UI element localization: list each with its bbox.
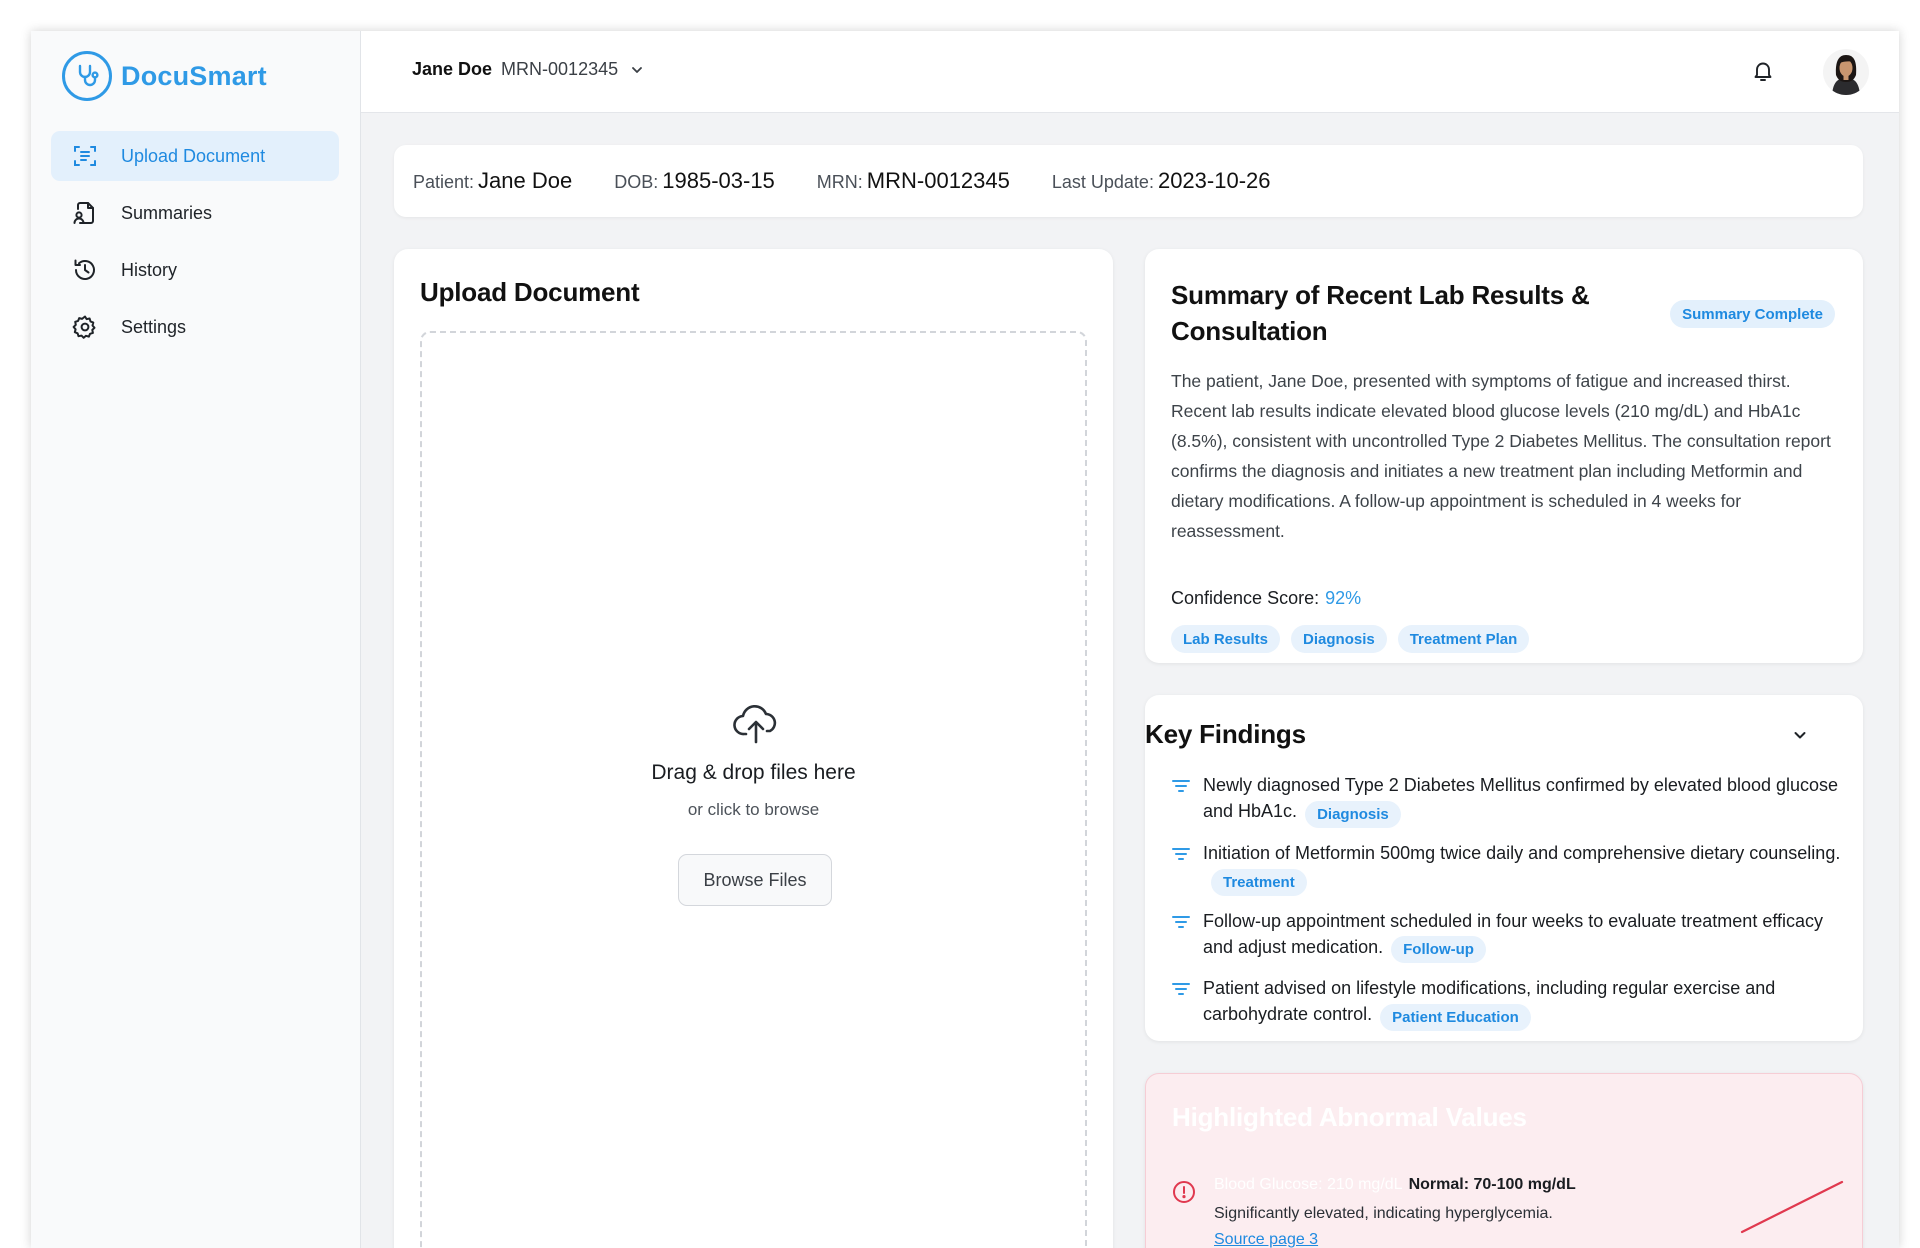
finding-text: Initiation of Metformin 500mg twice dail… bbox=[1203, 842, 1841, 863]
confidence-value: 92% bbox=[1325, 588, 1362, 608]
filter-lines-icon bbox=[1171, 840, 1203, 894]
file-dropzone[interactable]: Drag & drop files here or click to brows… bbox=[420, 331, 1087, 1248]
info-patient: Patient: Jane Doe bbox=[413, 168, 573, 193]
summary-title: Summary of Recent Lab Results & Consulta… bbox=[1171, 280, 1590, 346]
sidebar-item-history[interactable]: History bbox=[51, 245, 339, 295]
sidebar-item-label: Summaries bbox=[121, 202, 213, 223]
info-mrn: MRN: MRN-0012345 bbox=[816, 168, 1010, 193]
alert-circle-icon bbox=[1172, 1180, 1196, 1209]
status-badge: Summary Complete bbox=[1670, 300, 1835, 328]
finding-tag[interactable]: Patient Education bbox=[1380, 1004, 1531, 1031]
source-page-link[interactable]: Source page 3 bbox=[1214, 1231, 1318, 1248]
chevron-down-icon[interactable] bbox=[1792, 727, 1808, 743]
finding-tag[interactable]: Diagnosis bbox=[1305, 800, 1401, 828]
browse-files-button[interactable]: Browse Files bbox=[678, 854, 832, 906]
patient-info-bar: Patient: Jane Doe DOB: 1985-03-15 MRN: MRN-… bbox=[394, 145, 1863, 217]
summary-text: The patient, Jane Doe, presented with sy… bbox=[1171, 371, 1831, 541]
list-item: Newly diagnosed Type 2 Diabetes Mellitus… bbox=[1171, 772, 1841, 828]
tag-treatment-plan[interactable]: Treatment Plan bbox=[1397, 625, 1530, 653]
trend-line-icon bbox=[1740, 1180, 1844, 1234]
patient-name: Jane Doe bbox=[412, 59, 493, 79]
file-user-icon bbox=[71, 199, 99, 227]
top-header: Jane Doe MRN-0012345 bbox=[361, 31, 1899, 113]
bell-icon[interactable] bbox=[1747, 55, 1779, 87]
key-findings-card: Key Findings Newly diagnosed Type 2 Diab… bbox=[1145, 695, 1863, 1041]
sidebar-item-upload-document[interactable]: Upload Document bbox=[51, 131, 339, 181]
dropzone-title: Drag & drop files here bbox=[651, 761, 856, 784]
gear-icon bbox=[71, 313, 99, 341]
summary-tags: Lab Results Diagnosis Treatment Plan bbox=[1171, 625, 1540, 653]
info-dob: DOB: 1985-03-15 bbox=[614, 168, 775, 193]
patient-mrn: MRN-0012345 bbox=[501, 59, 619, 79]
logo[interactable]: DocuSmart bbox=[62, 51, 267, 101]
sidebar-item-label: Upload Document bbox=[121, 145, 266, 166]
filter-lines-icon bbox=[1171, 772, 1203, 826]
filter-lines-icon bbox=[1171, 908, 1203, 962]
confidence-score: Confidence Score: 92% bbox=[1171, 588, 1362, 608]
sidebar-item-label: History bbox=[121, 259, 178, 280]
info-last-update: Last Update: 2023-10-26 bbox=[1051, 168, 1271, 193]
sidebar-item-label: Settings bbox=[121, 316, 187, 337]
key-findings-title: Key Findings bbox=[1145, 719, 1306, 749]
list-item: Follow-up appointment scheduled in four … bbox=[1171, 908, 1841, 964]
tag-diagnosis[interactable]: Diagnosis bbox=[1291, 625, 1387, 653]
stethoscope-icon bbox=[62, 51, 112, 101]
findings-list: Newly diagnosed Type 2 Diabetes Mellitus… bbox=[1171, 772, 1841, 1043]
cloud-upload-icon bbox=[731, 699, 781, 749]
abnormal-values-card: Highlighted Abnormal Values Blood Glucos… bbox=[1145, 1073, 1863, 1248]
abnormal-value-name: Blood Glucose: 210 mg/dL bbox=[1214, 1176, 1403, 1193]
finding-tag[interactable]: Follow-up bbox=[1391, 936, 1486, 964]
history-icon bbox=[71, 256, 99, 284]
document-scan-icon bbox=[71, 142, 99, 170]
finding-text: Newly diagnosed Type 2 Diabetes Mellitus… bbox=[1203, 775, 1839, 821]
abnormal-values-title: Highlighted Abnormal Values bbox=[1172, 1102, 1527, 1132]
app-name: DocuSmart bbox=[121, 60, 267, 91]
upload-card-title: Upload Document bbox=[420, 277, 640, 307]
sidebar-item-summaries[interactable]: Summaries bbox=[51, 188, 339, 238]
patient-selector[interactable]: Jane Doe MRN-0012345 bbox=[412, 59, 644, 80]
dropzone-subtitle: or click to browse bbox=[687, 800, 820, 819]
chevron-down-icon bbox=[630, 63, 644, 77]
upload-document-card: Upload Document Drag & drop files here o… bbox=[394, 249, 1113, 1248]
filter-lines-icon bbox=[1171, 975, 1203, 1029]
summary-card: Summary of Recent Lab Results & Consulta… bbox=[1145, 249, 1863, 663]
list-item: Initiation of Metformin 500mg twice dail… bbox=[1171, 840, 1841, 896]
sidebar-item-settings[interactable]: Settings bbox=[51, 302, 339, 352]
sidebar-nav: Upload Document Summaries History Settin… bbox=[51, 131, 339, 359]
finding-text: Follow-up appointment scheduled in four … bbox=[1203, 910, 1824, 957]
sidebar: DocuSmart Upload Document Summaries Hist… bbox=[31, 31, 361, 1248]
tag-lab-results[interactable]: Lab Results bbox=[1171, 625, 1281, 653]
list-item: Patient advised on lifestyle modificatio… bbox=[1171, 975, 1841, 1031]
normal-range: Normal: 70-100 mg/dL bbox=[1408, 1176, 1576, 1193]
finding-tag[interactable]: Treatment bbox=[1211, 868, 1307, 896]
abnormal-description: Significantly elevated, indicating hyper… bbox=[1214, 1205, 1553, 1222]
avatar[interactable] bbox=[1823, 49, 1869, 95]
app-window: DocuSmart Upload Document Summaries Hist… bbox=[31, 31, 1899, 1248]
